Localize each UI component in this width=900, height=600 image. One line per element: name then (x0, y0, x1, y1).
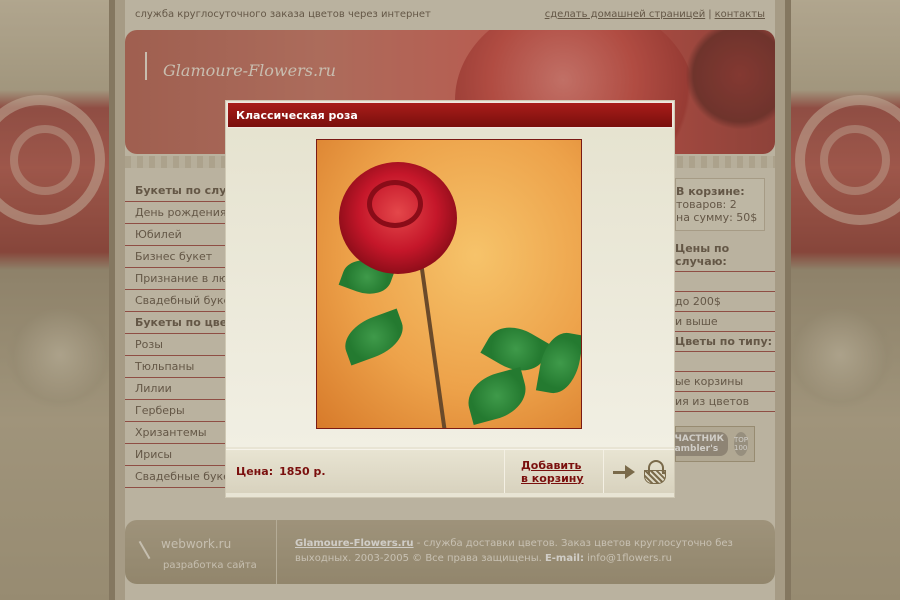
add-to-cart-link[interactable]: Добавить в корзину (504, 450, 604, 493)
add-to-cart-label: Добавить в корзину (521, 459, 584, 485)
product-photo (316, 139, 582, 429)
modal-footer: Цена: 1850 р. Добавить в корзину (226, 449, 674, 493)
arrow-right-icon (613, 464, 637, 480)
price-value: 1850 р. (279, 465, 326, 478)
rose-leaf (338, 308, 410, 366)
rose-petal-curl (367, 180, 423, 228)
cart-action[interactable] (604, 450, 674, 493)
price-label: Цена: (236, 465, 274, 478)
rose-leaf (462, 366, 532, 426)
modal-title: Классическая роза (227, 102, 673, 128)
rose-stem (419, 261, 447, 428)
price-block: Цена: 1850 р. (226, 450, 504, 493)
add-to-cart-line2: в корзину (521, 471, 584, 485)
modal-body (226, 129, 674, 447)
product-modal: Классическая роза Цена: 1850 р. Добавить… (225, 100, 675, 498)
basket-icon[interactable] (643, 459, 666, 484)
add-to-cart-line1: Добавить (521, 458, 582, 472)
